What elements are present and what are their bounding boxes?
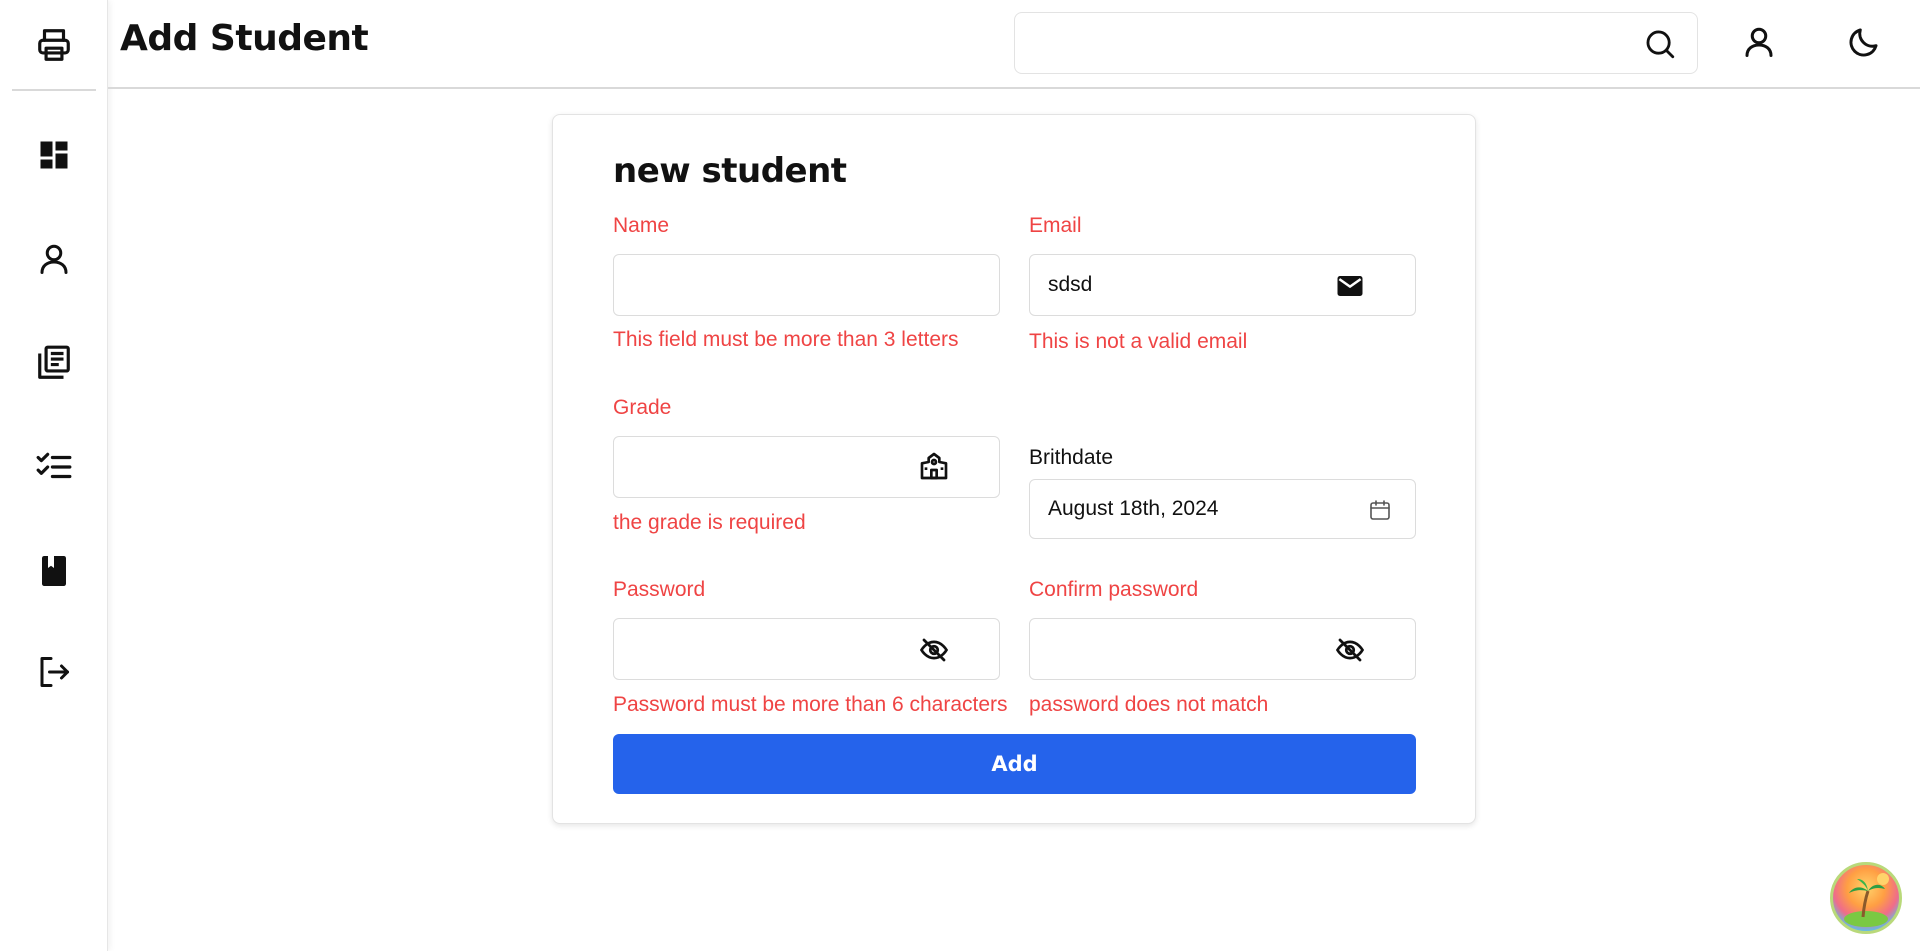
calendar-icon[interactable] (1364, 495, 1396, 525)
grade-error: the grade is required (613, 511, 806, 534)
print-button[interactable] (12, 0, 96, 91)
password-input[interactable] (632, 629, 912, 669)
floating-assistant-button[interactable] (1830, 862, 1902, 934)
eye-off-icon[interactable] (918, 635, 950, 665)
school-icon (918, 451, 950, 481)
sidebar (0, 0, 108, 951)
form-title: new student (613, 151, 847, 191)
sidebar-item-tasks[interactable] (24, 437, 84, 497)
name-input[interactable] (632, 265, 912, 305)
page-title: Add Student (120, 18, 369, 59)
profile-button[interactable] (1739, 22, 1779, 62)
sidebar-item-dashboard[interactable] (24, 125, 84, 185)
student-form-card: new student Name This field must be more… (552, 114, 1476, 824)
name-label: Name (613, 214, 670, 237)
user-icon (1745, 27, 1773, 57)
logout-icon (40, 657, 69, 687)
name-error: This field must be more than 3 letters (613, 328, 959, 351)
birthdate-value: August 18th, 2024 (1048, 497, 1219, 520)
name-field[interactable] (613, 254, 1000, 316)
grade-label: Grade (613, 396, 672, 419)
email-field[interactable] (1029, 254, 1416, 316)
add-button[interactable]: Add (613, 734, 1416, 794)
birthdate-picker[interactable]: August 18th, 2024 (1029, 479, 1416, 539)
sidebar-item-book[interactable] (24, 541, 84, 601)
password-field[interactable] (613, 618, 1000, 680)
user-icon (40, 244, 68, 274)
eye-off-icon[interactable] (1334, 635, 1366, 665)
dashboard-icon (40, 141, 68, 169)
sidebar-item-library[interactable] (24, 333, 84, 393)
grade-input[interactable] (632, 447, 912, 487)
confirm-password-field[interactable] (1029, 618, 1416, 680)
mail-icon (1334, 271, 1366, 301)
search-box[interactable] (1014, 12, 1698, 74)
confirm-password-input[interactable] (1048, 629, 1328, 669)
book-icon (42, 556, 66, 586)
confirm-password-label: Confirm password (1029, 578, 1199, 601)
top-bar: Add Student (108, 0, 1920, 89)
password-error: Password must be more than 6 characters (613, 693, 1008, 716)
checklist-icon (36, 452, 72, 479)
sidebar-item-logout[interactable] (24, 642, 84, 702)
email-error: This is not a valid email (1029, 330, 1248, 353)
password-label: Password (613, 578, 706, 601)
email-input[interactable] (1048, 265, 1328, 305)
birthdate-label: Brithdate (1029, 446, 1114, 469)
grade-field[interactable] (613, 436, 1000, 498)
search-icon[interactable] (1643, 27, 1677, 61)
email-label: Email (1029, 214, 1082, 237)
search-input[interactable] (1025, 21, 1615, 65)
confirm-password-error: password does not match (1029, 693, 1269, 716)
printer-icon (38, 28, 70, 61)
palm-island-icon (1844, 873, 1889, 927)
moon-icon (1849, 28, 1878, 57)
library-books-icon (38, 345, 70, 379)
theme-toggle[interactable] (1844, 22, 1884, 62)
sidebar-item-students[interactable] (24, 229, 84, 289)
